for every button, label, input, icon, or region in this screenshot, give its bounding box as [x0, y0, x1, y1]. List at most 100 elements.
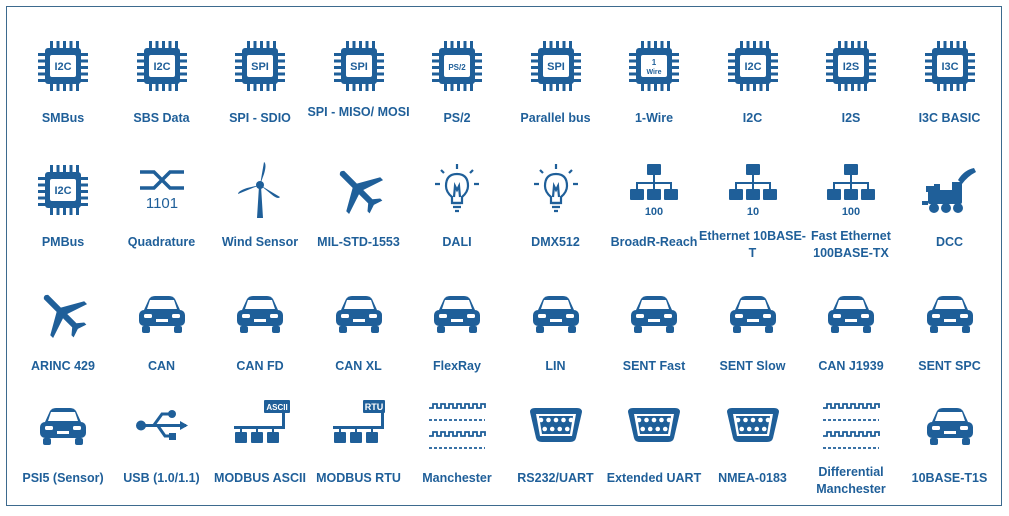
protocol-item[interactable]: 10BASE-T1S — [901, 396, 999, 516]
protocol-label: Differential Manchester — [816, 465, 886, 496]
protocol-label: Fast Ethernet 100BASE-TX — [811, 229, 891, 260]
car-icon — [33, 396, 93, 456]
protocol-label: CAN — [147, 359, 176, 373]
chip-icon: I3C — [920, 36, 980, 96]
protocol-label: I2S — [841, 111, 861, 125]
network-icon: 100 — [624, 160, 684, 220]
svg-text:I2S: I2S — [843, 61, 860, 73]
protocol-label: DCC — [935, 235, 964, 249]
protocol-item[interactable]: Differential Manchester — [802, 396, 900, 516]
protocol-item[interactable]: I2S I2S — [802, 36, 900, 156]
protocol-label: I2C — [742, 111, 763, 125]
chip-icon: SPI — [329, 36, 389, 96]
network-icon: 10 — [723, 160, 783, 220]
protocol-item[interactable]: ARINC 429 — [14, 284, 112, 404]
svg-text:Wire: Wire — [646, 69, 661, 76]
usb-icon — [132, 396, 192, 456]
airplane-icon — [33, 284, 93, 344]
chip-icon: I2S — [821, 36, 881, 96]
protocol-label: Ethernet 10BASE-T — [699, 229, 806, 260]
protocol-label: SPI - SDIO — [229, 111, 291, 125]
protocol-item[interactable]: CAN XL — [310, 284, 408, 404]
svg-text:SPI: SPI — [251, 61, 269, 73]
car-icon — [526, 284, 586, 344]
svg-text:I2C: I2C — [744, 61, 761, 73]
protocol-label: USB (1.0/1.1) — [123, 471, 200, 485]
protocol-label: FlexRay — [433, 359, 481, 373]
chip-icon: SPI — [526, 36, 586, 96]
protocol-label: CAN XL — [335, 359, 382, 373]
protocol-label: RS232/UART — [517, 471, 594, 485]
protocol-item[interactable]: CAN FD — [211, 284, 309, 404]
protocol-item[interactable]: CAN J1939 — [802, 284, 900, 404]
db9-connector-icon — [526, 396, 586, 456]
quadrature-icon: 1101 — [132, 160, 192, 220]
protocol-item[interactable]: LIN — [507, 284, 605, 404]
protocol-item[interactable]: DALI — [408, 160, 506, 280]
protocol-item[interactable]: SPI SPI - MISO/ MOSI — [307, 36, 410, 156]
protocol-item[interactable]: 100 Fast Ethernet 100BASE-TX — [802, 160, 900, 280]
svg-text:I3C: I3C — [941, 61, 958, 73]
protocol-item[interactable]: Wind Sensor — [211, 160, 309, 280]
svg-text:I2C: I2C — [153, 61, 170, 73]
protocol-item[interactable]: 100 BroadR-Reach — [605, 160, 703, 280]
protocol-item[interactable]: FlexRay — [408, 284, 506, 404]
protocol-label: BroadR-Reach — [610, 235, 698, 249]
protocol-item[interactable]: SPI Parallel bus — [507, 36, 605, 156]
protocol-item[interactable]: SENT Fast — [605, 284, 703, 404]
protocol-row: I2C PMBus 1101 Quadrature Wind Sensor MIL-STD… — [14, 160, 999, 280]
modbus-icon: RTU — [329, 396, 389, 456]
airplane-icon — [329, 160, 389, 220]
protocol-item[interactable]: PSI5 (Sensor) — [14, 396, 112, 516]
protocol-item[interactable]: 1 Wire 1-Wire — [605, 36, 703, 156]
chip-icon: I2C — [33, 160, 93, 220]
svg-text:100: 100 — [842, 206, 860, 218]
protocol-item[interactable]: DMX512 — [507, 160, 605, 280]
protocol-label: DMX512 — [531, 235, 580, 249]
protocol-item[interactable]: CAN — [113, 284, 211, 404]
protocol-label: Manchester — [422, 471, 492, 485]
protocol-label: SENT SPC — [918, 359, 981, 373]
db9-connector-icon — [723, 396, 783, 456]
car-icon — [132, 284, 192, 344]
protocol-label: DALI — [442, 235, 472, 249]
protocol-item[interactable]: DCC — [901, 160, 999, 280]
protocol-item[interactable]: ASCII MODBUS ASCII — [211, 396, 309, 516]
car-icon — [427, 284, 487, 344]
protocol-item[interactable]: NMEA-0183 — [704, 396, 802, 516]
car-icon — [723, 284, 783, 344]
protocol-item[interactable]: I2C SBS Data — [113, 36, 211, 156]
protocol-item[interactable]: 1101 Quadrature — [113, 160, 211, 280]
protocol-item[interactable]: USB (1.0/1.1) — [113, 396, 211, 516]
protocol-item[interactable]: PS/2 PS/2 — [408, 36, 506, 156]
protocol-item[interactable]: I2C PMBus — [14, 160, 112, 280]
protocol-item[interactable]: I2C SMBus — [14, 36, 112, 156]
protocol-item[interactable]: RS232/UART — [507, 396, 605, 516]
svg-text:100: 100 — [645, 206, 663, 218]
protocol-label: Wind Sensor — [221, 235, 299, 249]
protocol-item[interactable]: MIL-STD-1553 — [310, 160, 408, 280]
protocol-item[interactable]: I2C I2C — [704, 36, 802, 156]
protocol-item[interactable]: SPI SPI - SDIO — [211, 36, 309, 156]
protocol-label: NMEA-0183 — [718, 471, 787, 485]
protocol-item[interactable]: I3C I3C BASIC — [901, 36, 999, 156]
svg-text:SPI: SPI — [547, 61, 565, 73]
svg-text:1: 1 — [652, 58, 657, 67]
protocol-item[interactable]: SENT Slow — [704, 284, 802, 404]
chip-icon: PS/2 — [427, 36, 487, 96]
protocol-item[interactable]: Extended UART — [605, 396, 703, 516]
chip-icon: I2C — [723, 36, 783, 96]
protocol-label: Extended UART — [606, 471, 702, 485]
protocol-item[interactable]: 10 Ethernet 10BASE-T — [699, 160, 806, 280]
protocol-label: Parallel bus — [520, 111, 591, 125]
protocol-item[interactable]: Manchester — [408, 396, 506, 516]
protocol-label: SMBus — [41, 111, 85, 125]
chip-icon: 1 Wire — [624, 36, 684, 96]
protocol-item[interactable]: SENT SPC — [901, 284, 999, 404]
protocol-label: SENT Slow — [719, 359, 786, 373]
protocol-item[interactable]: RTU MODBUS RTU — [310, 396, 408, 516]
protocol-label: PS/2 — [443, 111, 471, 125]
protocol-label: ARINC 429 — [31, 359, 95, 373]
car-icon — [920, 284, 980, 344]
protocol-label: CAN FD — [236, 359, 284, 373]
